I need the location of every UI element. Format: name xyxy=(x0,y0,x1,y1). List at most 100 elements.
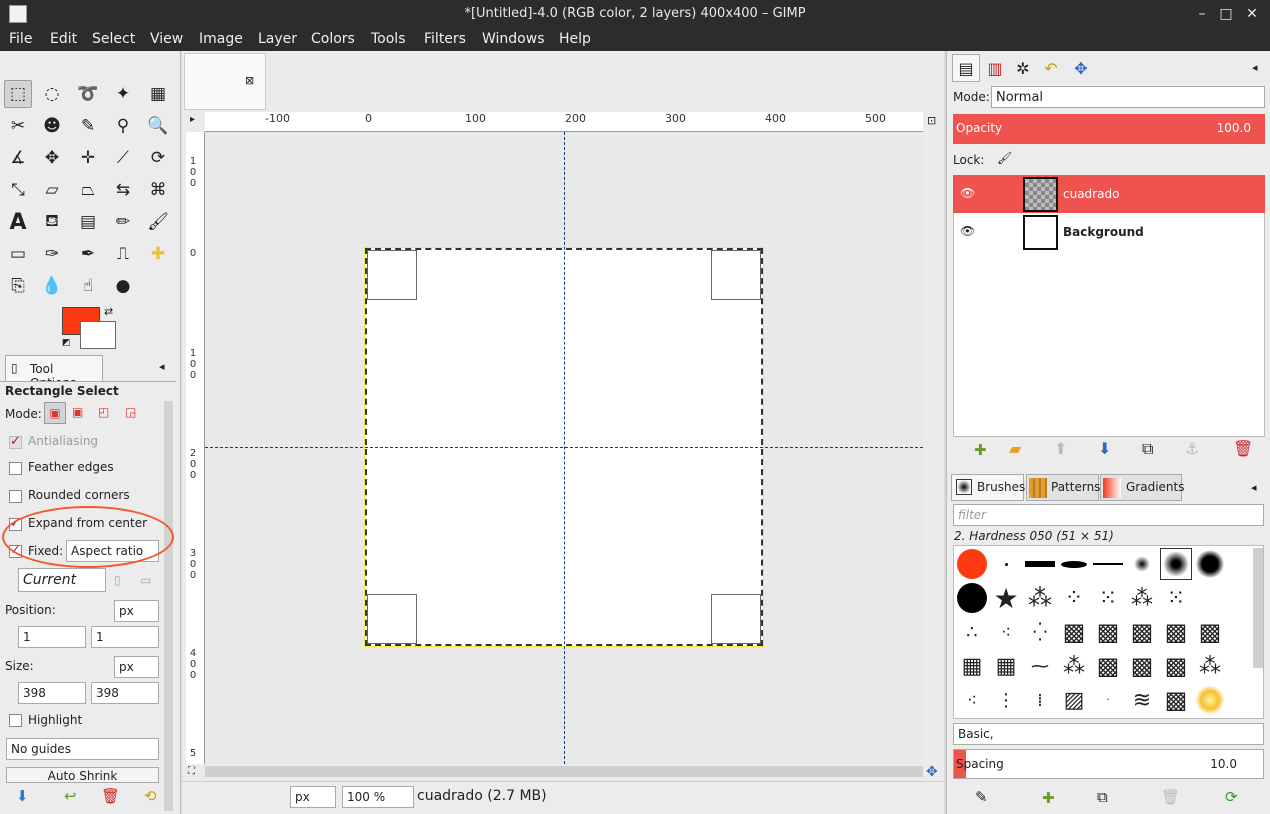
brush-item[interactable]: ⁙ xyxy=(1160,582,1192,614)
brush-item[interactable]: ▩ xyxy=(1126,616,1158,648)
brush-item[interactable]: ⁙ xyxy=(1092,582,1124,614)
scale-tool-icon[interactable]: ⤡ xyxy=(4,176,32,204)
brush-item[interactable]: ⁖ xyxy=(956,684,988,716)
layer-mode-select[interactable]: Normal xyxy=(991,86,1265,108)
brush-item[interactable]: ▦ xyxy=(990,650,1022,682)
menu-layer[interactable]: Layer xyxy=(258,31,297,47)
landscape-icon[interactable]: ▭ xyxy=(140,573,151,587)
brush-item-selected[interactable] xyxy=(1160,548,1192,580)
new-brush-icon[interactable]: ✚ xyxy=(1042,789,1055,807)
new-group-icon[interactable]: ▰ xyxy=(1009,439,1021,458)
brush-item[interactable]: ★ xyxy=(990,582,1022,615)
brush-item[interactable]: ▩ xyxy=(1194,616,1226,648)
navigate-icon[interactable]: ⛶ xyxy=(188,766,195,777)
brush-item[interactable]: ▩ xyxy=(1092,616,1124,648)
tab-tool-options[interactable]: ▯ Tool Options xyxy=(5,355,103,390)
rotate-tool-icon[interactable]: ⟳ xyxy=(144,144,172,172)
visibility-eye-icon[interactable]: 👁 xyxy=(960,224,975,238)
blur-tool-icon[interactable]: 💧 xyxy=(38,272,66,300)
brush-item[interactable] xyxy=(956,548,988,580)
current-ratio-field[interactable]: Current xyxy=(18,568,106,592)
menu-edit[interactable]: Edit xyxy=(50,31,77,47)
lock-pixels-icon[interactable]: 🖌 xyxy=(997,151,1012,165)
size-width-input[interactable]: 398 xyxy=(18,682,86,704)
mode-intersect-icon[interactable]: ◲ xyxy=(125,405,136,419)
brush-scrollbar[interactable] xyxy=(1253,548,1263,668)
menu-image[interactable]: Image xyxy=(199,31,243,47)
swap-colors-icon[interactable]: ⇄ xyxy=(104,305,113,318)
brush-dock-menu-icon[interactable]: ◂ xyxy=(1251,481,1257,494)
brush-filter-input[interactable]: filter xyxy=(953,504,1264,526)
brush-item[interactable]: ▩ xyxy=(1160,684,1192,716)
fuzzy-select-tool-icon[interactable]: ✦ xyxy=(109,80,137,108)
brush-tag-input[interactable]: Basic, xyxy=(953,723,1264,745)
layer-row[interactable]: 👁 cuadrado xyxy=(953,175,1265,213)
brush-item[interactable]: ≋ xyxy=(1126,684,1158,716)
delete-layer-icon[interactable]: 🗑 xyxy=(1233,439,1253,458)
brush-item[interactable]: ⋮ xyxy=(990,684,1022,716)
brush-item[interactable] xyxy=(1058,548,1090,580)
close-icon[interactable]: ✕ xyxy=(1242,4,1262,24)
brush-item[interactable] xyxy=(1194,684,1226,716)
navigation-icon[interactable]: ✥ xyxy=(926,764,938,780)
brush-item[interactable] xyxy=(990,548,1022,580)
zoom-tool-icon[interactable]: 🔍 xyxy=(144,112,172,140)
scissors-tool-icon[interactable]: ✂ xyxy=(4,112,32,140)
duplicate-brush-icon[interactable]: ⧉ xyxy=(1097,788,1108,806)
brush-item[interactable]: ▩ xyxy=(1092,650,1124,682)
maximize-icon[interactable]: □ xyxy=(1216,4,1236,24)
smudge-tool-icon[interactable]: ☝ xyxy=(74,272,102,300)
delete-options-icon[interactable]: 🗑 xyxy=(101,787,120,805)
flip-tool-icon[interactable]: ⇆ xyxy=(109,176,137,204)
channels-tab-icon[interactable]: ▥ xyxy=(981,54,1009,82)
brush-item[interactable]: ⁂ xyxy=(1058,650,1090,682)
menu-select[interactable]: Select xyxy=(92,31,135,47)
paintbrush-tool-icon[interactable]: 🖌 xyxy=(144,208,172,236)
cage-transform-tool-icon[interactable]: ⌘ xyxy=(144,176,172,204)
lower-layer-icon[interactable]: ⬇ xyxy=(1098,439,1111,458)
blend-tool-icon[interactable]: ▤ xyxy=(74,208,102,236)
brush-item[interactable]: ▩ xyxy=(1058,616,1090,648)
menu-file[interactable]: File xyxy=(9,31,32,47)
tab-gradients[interactable]: Gradients xyxy=(1100,474,1184,501)
brush-item[interactable]: ⁞ xyxy=(1024,684,1056,716)
pencil-tool-icon[interactable]: ✏ xyxy=(109,208,137,236)
background-color-swatch[interactable] xyxy=(80,321,116,349)
refresh-brushes-icon[interactable]: ⟳ xyxy=(1225,788,1238,806)
measure-tool-icon[interactable]: ∡ xyxy=(4,144,32,172)
save-options-icon[interactable]: ⬇ xyxy=(16,787,29,805)
brush-item[interactable]: ▦ xyxy=(956,650,988,682)
free-select-tool-icon[interactable]: ➰ xyxy=(74,80,102,108)
default-colors-icon[interactable]: ◩ xyxy=(62,338,71,348)
menu-colors[interactable]: Colors xyxy=(311,31,355,47)
airbrush-tool-icon[interactable]: ✑ xyxy=(38,240,66,268)
pointer-tab-icon[interactable]: ✥ xyxy=(1067,54,1095,82)
zoom-to-fit-icon[interactable]: ⊡ xyxy=(927,114,936,127)
perspective-tool-icon[interactable]: ⏢ xyxy=(74,176,102,204)
ink-tool-icon[interactable]: ✒ xyxy=(74,240,102,268)
move-tool-icon[interactable]: ✥ xyxy=(38,144,66,172)
portrait-icon[interactable]: ▯ xyxy=(114,573,121,587)
color-select-tool-icon[interactable]: ▦ xyxy=(144,80,172,108)
auto-shrink-button[interactable]: Auto Shrink xyxy=(6,767,159,783)
brush-item[interactable]: ▩ xyxy=(1126,650,1158,682)
brush-item[interactable]: ▩ xyxy=(1160,616,1192,648)
raise-layer-icon[interactable]: ⬆ xyxy=(1054,439,1067,458)
layers-tab-icon[interactable]: ▤ xyxy=(952,54,980,82)
text-tool-icon[interactable]: A xyxy=(4,208,32,236)
unit-select[interactable]: px xyxy=(290,786,336,808)
brush-item[interactable]: ⁖ xyxy=(990,616,1022,648)
brush-item[interactable] xyxy=(1194,548,1226,580)
brush-item[interactable]: · xyxy=(1092,684,1124,716)
new-layer-icon[interactable]: ✚ xyxy=(974,441,987,459)
bucket-fill-tool-icon[interactable]: ⛾ xyxy=(38,208,66,236)
feather-checkbox[interactable] xyxy=(9,462,22,475)
image-tab[interactable]: ⊠ xyxy=(184,53,266,110)
menu-view[interactable]: View xyxy=(150,31,183,47)
selection-handle-bottom-left[interactable] xyxy=(367,594,417,644)
dodge-burn-tool-icon[interactable]: ● xyxy=(109,272,137,300)
align-tool-icon[interactable]: ✛ xyxy=(74,144,102,172)
panel-menu-icon[interactable]: ◂ xyxy=(159,360,165,373)
brush-item[interactable] xyxy=(1092,548,1124,580)
highlight-checkbox[interactable] xyxy=(9,714,22,727)
